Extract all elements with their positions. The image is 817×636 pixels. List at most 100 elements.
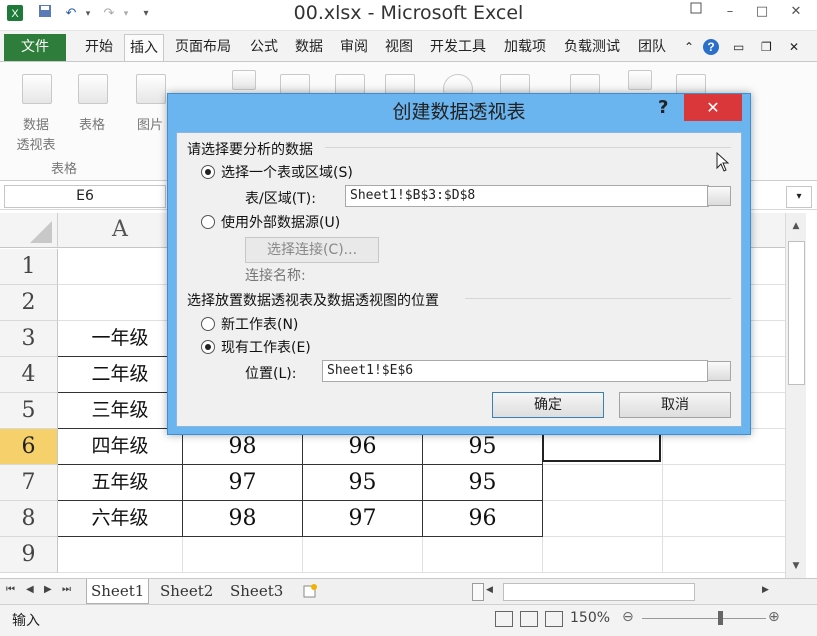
table-range-collapse-icon[interactable] — [707, 186, 731, 206]
tab-file[interactable]: 文件 — [4, 34, 66, 61]
cell-e9[interactable] — [543, 537, 663, 573]
cell-a2[interactable] — [58, 285, 183, 321]
cell-a5[interactable]: 三年级 — [58, 393, 183, 429]
tab-page-layout[interactable]: 页面布局 — [170, 35, 236, 59]
radio-existing-sheet[interactable] — [201, 340, 215, 354]
vertical-scroll-thumb[interactable] — [788, 241, 805, 385]
dialog-close-button[interactable]: ✕ — [684, 94, 742, 121]
last-sheet-icon[interactable]: ⏭ — [62, 584, 71, 595]
radio-new-sheet-label[interactable]: 新工作表(N) — [221, 314, 298, 334]
select-all-corner[interactable] — [0, 213, 58, 248]
cancel-button[interactable]: 取消 — [619, 392, 731, 418]
tab-view[interactable]: 视图 — [380, 35, 418, 59]
minimize-button[interactable]: – — [714, 0, 746, 24]
tab-developer[interactable]: 开发工具 — [425, 35, 491, 59]
cell-a6[interactable]: 四年级 — [58, 429, 183, 465]
row-header-7[interactable]: 7 — [0, 465, 58, 501]
cell-a9[interactable] — [58, 537, 183, 573]
scroll-right-icon[interactable]: ▶ — [762, 585, 769, 595]
row-header-1[interactable]: 1 — [0, 249, 58, 285]
tab-split-handle[interactable] — [472, 583, 484, 601]
zoom-in-icon[interactable]: ⊕ — [768, 609, 780, 625]
tab-review[interactable]: 审阅 — [335, 35, 373, 59]
radio-new-sheet[interactable] — [201, 317, 215, 331]
radio-existing-sheet-label[interactable]: 现有工作表(E) — [221, 337, 311, 357]
cell-e8[interactable] — [543, 501, 663, 537]
cell-b9[interactable] — [183, 537, 303, 573]
ribbon-minimize-icon[interactable]: ▭ — [728, 35, 749, 59]
normal-view-icon[interactable] — [495, 611, 513, 627]
tab-formulas[interactable]: 公式 — [245, 35, 283, 59]
ribbon-restore-icon[interactable]: ❐ — [756, 35, 777, 59]
prev-sheet-icon[interactable]: ◀ — [26, 584, 34, 595]
table-range-input[interactable]: Sheet1!$B$3:$D$8 — [345, 185, 709, 207]
column-header-a[interactable]: A — [58, 213, 183, 248]
cell-d9[interactable] — [423, 537, 543, 573]
first-sheet-icon[interactable]: ⏮ — [6, 584, 15, 595]
zoom-slider-track[interactable] — [642, 618, 766, 619]
scroll-left-icon[interactable]: ◀ — [486, 585, 493, 595]
cell-f8[interactable] — [663, 501, 785, 537]
cell-a8[interactable]: 六年级 — [58, 501, 183, 537]
wordart-icon[interactable] — [628, 70, 652, 90]
maximize-button[interactable]: □ — [746, 0, 778, 24]
shapes-icon[interactable] — [232, 70, 256, 90]
row-header-8[interactable]: 8 — [0, 501, 58, 537]
page-layout-view-icon[interactable] — [520, 611, 538, 627]
tab-insert[interactable]: 插入 — [124, 34, 164, 62]
tab-home[interactable]: 开始 — [80, 35, 118, 59]
cell-c8[interactable]: 97 — [303, 501, 423, 537]
cell-e7[interactable] — [543, 465, 663, 501]
cell-a7[interactable]: 五年级 — [58, 465, 183, 501]
cell-d8[interactable]: 96 — [423, 501, 543, 537]
cell-a1[interactable] — [58, 249, 183, 285]
cell-a3[interactable]: 一年级 — [58, 321, 183, 357]
help-question-icon[interactable] — [680, 0, 712, 24]
cell-c7[interactable]: 95 — [303, 465, 423, 501]
sheet-tab-sheet2[interactable]: Sheet2 — [156, 579, 217, 603]
tab-addins[interactable]: 加载项 — [499, 35, 551, 59]
zoom-out-icon[interactable]: ⊖ — [622, 609, 634, 625]
insert-sheet-icon[interactable] — [302, 583, 318, 599]
location-input[interactable]: Sheet1!$E$6 — [322, 360, 708, 382]
ok-button[interactable]: 确定 — [492, 392, 604, 418]
scroll-down-icon[interactable]: ▼ — [788, 556, 804, 576]
sheet-tab-sheet3[interactable]: Sheet3 — [226, 579, 287, 603]
row-header-6[interactable]: 6 — [0, 429, 58, 465]
choose-connection-button[interactable]: 选择连接(C)... — [245, 237, 379, 263]
location-collapse-icon[interactable] — [707, 361, 731, 381]
tab-load-test[interactable]: 负载测试 — [559, 35, 625, 59]
dialog-help-button[interactable]: ? — [658, 97, 668, 118]
radio-external-source[interactable] — [201, 215, 215, 229]
cell-f9[interactable] — [663, 537, 785, 573]
radio-select-range[interactable] — [201, 165, 215, 179]
cell-f7[interactable] — [663, 465, 785, 501]
zoom-level[interactable]: 150% — [570, 610, 610, 626]
row-header-9[interactable]: 9 — [0, 537, 58, 573]
scroll-up-icon[interactable]: ▲ — [788, 215, 804, 237]
table-icon[interactable] — [78, 74, 108, 104]
next-sheet-icon[interactable]: ▶ — [44, 584, 52, 595]
radio-external-source-label[interactable]: 使用外部数据源(U) — [221, 212, 340, 232]
horizontal-scroll-thumb[interactable] — [503, 583, 695, 601]
radio-select-range-label[interactable]: 选择一个表或区域(S) — [221, 162, 353, 182]
tab-team[interactable]: 团队 — [633, 35, 671, 59]
tab-data[interactable]: 数据 — [290, 35, 328, 59]
help-icon[interactable]: ? — [702, 35, 720, 59]
pivot-table-icon[interactable] — [22, 74, 52, 104]
close-window-button[interactable]: ✕ — [780, 0, 812, 24]
cell-a4[interactable]: 二年级 — [58, 357, 183, 393]
row-header-5[interactable]: 5 — [0, 393, 58, 429]
row-header-2[interactable]: 2 — [0, 285, 58, 321]
row-header-3[interactable]: 3 — [0, 321, 58, 357]
cell-b7[interactable]: 97 — [183, 465, 303, 501]
cell-d7[interactable]: 95 — [423, 465, 543, 501]
cell-b8[interactable]: 98 — [183, 501, 303, 537]
name-box[interactable]: E6 — [4, 185, 166, 208]
cell-c9[interactable] — [303, 537, 423, 573]
page-break-view-icon[interactable] — [545, 611, 563, 627]
collapse-ribbon-icon[interactable]: ⌃ — [679, 35, 699, 59]
row-header-4[interactable]: 4 — [0, 357, 58, 393]
sheet-tab-sheet1[interactable]: Sheet1 — [86, 579, 150, 604]
zoom-slider-thumb[interactable] — [718, 611, 723, 625]
